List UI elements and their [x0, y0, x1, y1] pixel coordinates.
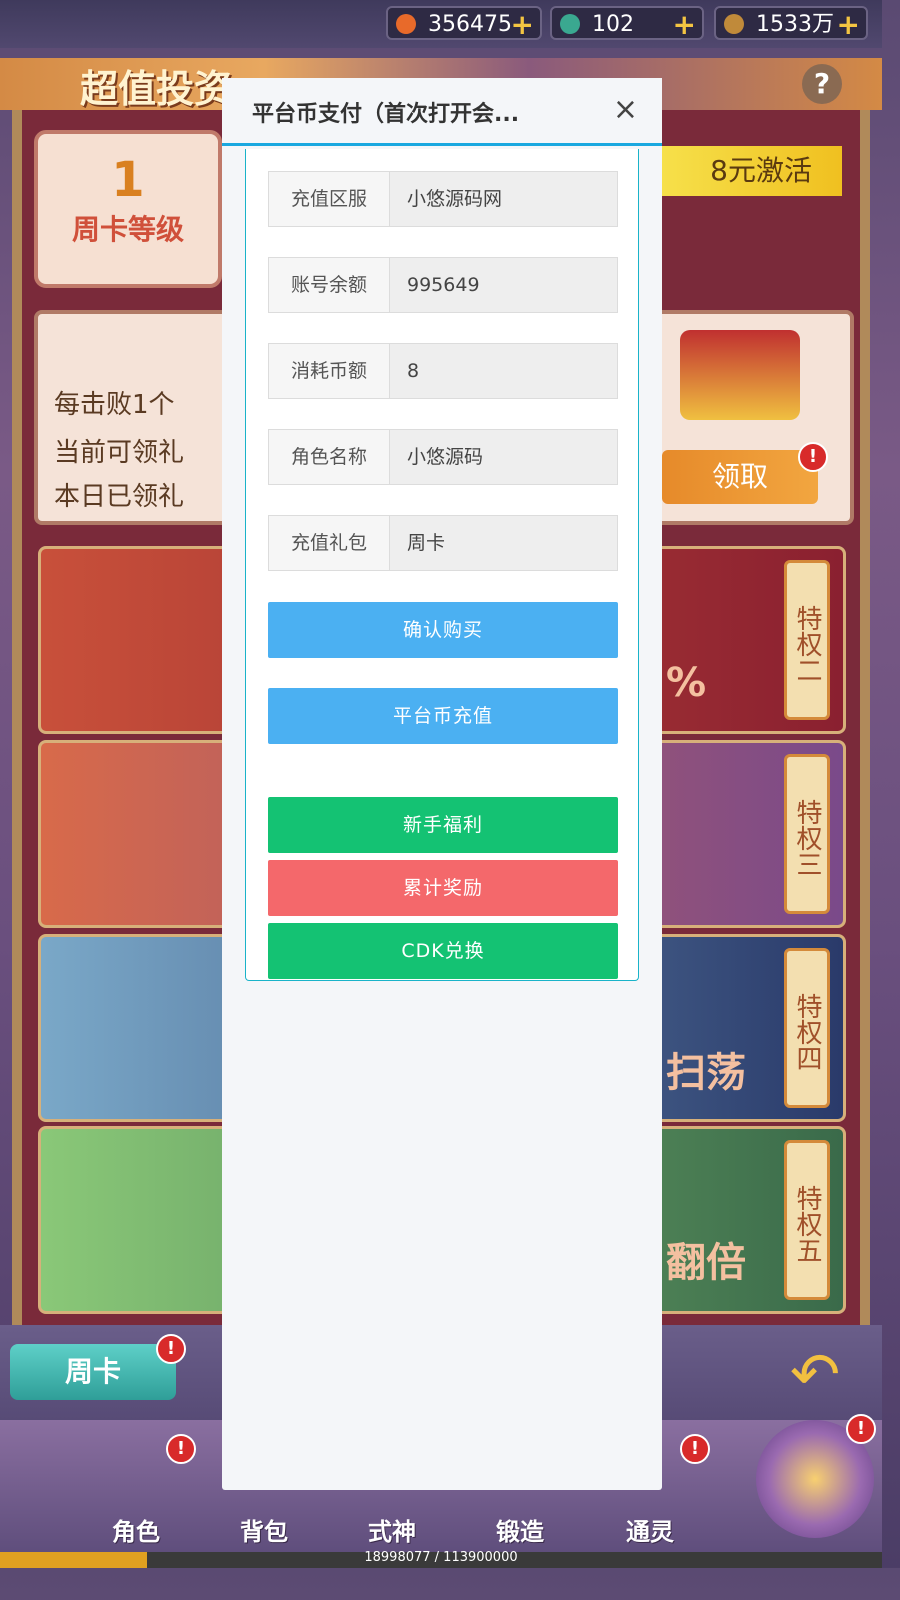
level-number: 1	[111, 152, 145, 208]
add-coin-button[interactable]: +	[837, 8, 860, 42]
cdk-redeem-button[interactable]: CDK兑换	[268, 923, 618, 979]
modal-title: 平台币支付（首次打开会...	[252, 102, 520, 127]
field-value: 小悠源码	[407, 446, 484, 468]
field-value: 8	[407, 360, 420, 382]
currency-gem[interactable]: 356475 +	[386, 6, 542, 42]
add-jade-button[interactable]: +	[673, 8, 696, 42]
field-value: 周卡	[407, 532, 446, 554]
modal-header: 平台币支付（首次打开会... ×	[222, 78, 662, 146]
claim-button[interactable]: 领取	[662, 450, 818, 504]
alert-badge: !	[846, 1414, 876, 1444]
cumulative-reward-button[interactable]: 累计奖励	[268, 860, 618, 916]
field-label: 消耗币额	[269, 344, 390, 398]
privilege-tag-5: 特权五	[784, 1140, 830, 1300]
newbie-welfare-button[interactable]: 新手福利	[268, 797, 618, 853]
field-value: 小悠源码网	[407, 188, 503, 210]
privilege-row-text: 扫荡	[666, 1050, 746, 1096]
week-card-level: 1 周卡等级	[34, 130, 222, 288]
tab-week-card[interactable]: 周卡	[10, 1344, 176, 1400]
nav-role[interactable]: 角色	[96, 1512, 176, 1547]
field-label: 充值礼包	[269, 516, 390, 570]
field-value: 995649	[407, 274, 480, 296]
currency-value: 1533万	[756, 12, 834, 37]
currency-value: 356475	[428, 12, 512, 37]
privilege-row-text: 翻倍	[666, 1240, 746, 1286]
info-line: 每击败1个	[54, 390, 175, 420]
alert-badge: !	[798, 442, 828, 472]
currency-coin[interactable]: 1533万 +	[714, 6, 868, 42]
privilege-tag-3: 特权三	[784, 754, 830, 914]
field-label: 角色名称	[269, 430, 390, 484]
alert-badge: !	[166, 1434, 196, 1464]
close-icon[interactable]: ×	[613, 92, 638, 127]
help-button[interactable]: ?	[802, 64, 842, 104]
nav-shikigami[interactable]: 式神	[352, 1512, 432, 1547]
alert-badge: !	[680, 1434, 710, 1464]
field-cost: 消耗币额 8	[268, 343, 618, 399]
field-balance: 账号余额 995649	[268, 257, 618, 313]
activate-button[interactable]: 8元激活	[662, 146, 842, 196]
chest-icon	[680, 330, 800, 420]
back-arrow-icon[interactable]: ↶	[790, 1340, 840, 1410]
add-gem-button[interactable]: +	[511, 8, 534, 42]
jade-icon	[560, 14, 580, 34]
page-title: 超值投资	[80, 67, 233, 111]
field-package: 充值礼包 周卡	[268, 515, 618, 571]
payment-form: 充值区服 小悠源码网 账号余额 995649 消耗币额 8 角色名称 小悠源码 …	[245, 149, 639, 981]
currency-value: 102	[592, 12, 634, 37]
confirm-purchase-button[interactable]: 确认购买	[268, 602, 618, 658]
payment-modal: 平台币支付（首次打开会... × 充值区服 小悠源码网 账号余额 995649 …	[222, 78, 662, 1490]
gem-icon	[396, 14, 416, 34]
field-label: 账号余额	[269, 258, 390, 312]
info-line: 本日已领礼	[54, 482, 185, 512]
field-label: 充值区服	[269, 172, 390, 226]
privilege-tag-4: 特权四	[784, 948, 830, 1108]
level-label: 周卡等级	[71, 213, 184, 246]
privilege-tag-2: 特权二	[784, 560, 830, 720]
nav-spirit[interactable]: 通灵	[610, 1512, 690, 1547]
privilege-row-text: %	[666, 660, 707, 706]
platform-recharge-button[interactable]: 平台币充值	[268, 688, 618, 744]
nav-forge[interactable]: 锻造	[480, 1512, 560, 1547]
field-role-name: 角色名称 小悠源码	[268, 429, 618, 485]
currency-jade[interactable]: 102 +	[550, 6, 704, 42]
xp-text: 18998077 / 113900000	[364, 1550, 518, 1565]
info-line: 当前可领礼	[54, 438, 185, 468]
alert-badge: !	[156, 1334, 186, 1364]
field-server: 充值区服 小悠源码网	[268, 171, 618, 227]
nav-bag[interactable]: 背包	[224, 1512, 304, 1547]
coin-icon	[724, 14, 744, 34]
